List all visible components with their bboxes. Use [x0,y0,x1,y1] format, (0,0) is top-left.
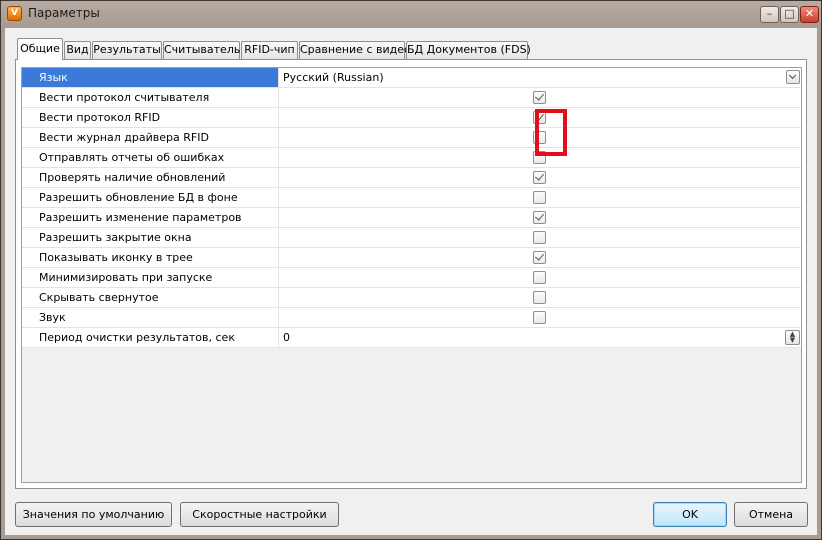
setting-name: Проверять наличие обновлений [22,168,279,187]
tab-rfid-chip[interactable]: RFID-чип [241,41,298,59]
setting-name: Вести журнал драйвера RFID [22,128,279,147]
setting-checkbox[interactable] [533,91,546,104]
tab-panel-general: Язык Русский (Russian) Вести протокол счит… [15,59,807,489]
setting-value [280,268,801,287]
maximize-button[interactable]: □ [780,6,799,23]
cleanup-period-input[interactable]: 0 [283,328,290,347]
setting-name: Период очистки результатов, сек [22,328,279,347]
quick-settings-button[interactable]: Скоростные настройки [180,502,339,527]
setting-checkbox[interactable] [533,311,546,324]
setting-checkbox[interactable] [533,211,546,224]
title-bar[interactable]: V Параметры – □ ✕ [1,1,821,27]
setting-name: Звук [22,308,279,327]
setting-checkbox[interactable] [533,111,546,124]
tab-documents-db[interactable]: БД Документов (FDS) [406,41,531,59]
setting-checkbox[interactable] [533,251,546,264]
setting-value [280,188,801,207]
tab-results[interactable]: Результаты [92,41,162,59]
window-title: Параметры [28,6,100,20]
setting-checkbox[interactable] [533,271,546,284]
setting-value [280,288,801,307]
ok-button[interactable]: OK [653,502,727,527]
settings-window: V Параметры – □ ✕ Общие Вид Результаты С… [0,0,822,540]
defaults-button[interactable]: Значения по умолчанию [15,502,172,527]
setting-value [280,148,801,167]
setting-checkbox[interactable] [533,191,546,204]
setting-row[interactable]: Вести журнал драйвера RFID [22,128,801,148]
settings-grid: Язык Русский (Russian) Вести протокол счит… [21,67,802,483]
tab-reader[interactable]: Считыватель [163,41,240,59]
app-icon: V [7,6,22,21]
setting-name: Показывать иконку в трее [22,248,279,267]
setting-name: Разрешить изменение параметров [22,208,279,227]
setting-name: Разрешить закрытие окна [22,228,279,247]
tab-view[interactable]: Вид [64,41,91,59]
setting-name: Минимизировать при запуске [22,268,279,287]
setting-row[interactable]: Минимизировать при запуске [22,268,801,288]
setting-name: Язык [22,68,279,87]
setting-row[interactable]: Звук [22,308,801,328]
setting-name: Скрывать свернутое [22,288,279,307]
setting-value [280,248,801,267]
setting-row[interactable]: Скрывать свернутое [22,288,801,308]
setting-row[interactable]: Вести протокол RFID [22,108,801,128]
setting-row[interactable]: Разрешить обновление БД в фоне [22,188,801,208]
setting-name: Отправлять отчеты об ошибках [22,148,279,167]
tab-general[interactable]: Общие [17,38,63,60]
setting-name: Вести протокол считывателя [22,88,279,107]
setting-value [280,208,801,227]
chevron-down-icon[interactable] [786,70,800,84]
setting-checkbox[interactable] [533,151,546,164]
setting-value [280,168,801,187]
setting-row[interactable]: Период очистки результатов, сек 0 ▲ ▼ [22,328,801,348]
setting-value [280,128,801,147]
setting-row[interactable]: Проверять наличие обновлений [22,168,801,188]
setting-name: Вести протокол RFID [22,108,279,127]
dialog-client-area: Общие Вид Результаты Считыватель RFID-чи… [5,28,817,535]
setting-checkbox[interactable] [533,291,546,304]
setting-value [280,228,801,247]
setting-row[interactable]: Разрешить изменение параметров [22,208,801,228]
setting-row[interactable]: Показывать иконку в трее [22,248,801,268]
setting-value [280,308,801,327]
tab-video-compare[interactable]: Сравнение с видео [299,41,411,59]
close-button[interactable]: ✕ [800,6,819,23]
cancel-button[interactable]: Отмена [734,502,808,527]
setting-value [280,108,801,127]
setting-checkbox[interactable] [533,171,546,184]
minimize-button[interactable]: – [760,6,779,23]
language-select-value[interactable]: Русский (Russian) [283,68,384,87]
setting-row[interactable]: Разрешить закрытие окна [22,228,801,248]
setting-value: Русский (Russian) [280,68,801,87]
setting-value [280,88,801,107]
setting-row[interactable]: Отправлять отчеты об ошибках [22,148,801,168]
setting-value: 0 ▲ ▼ [280,328,801,347]
setting-checkbox[interactable] [533,231,546,244]
setting-name: Разрешить обновление БД в фоне [22,188,279,207]
setting-row[interactable]: Вести протокол считывателя [22,88,801,108]
setting-checkbox[interactable] [533,131,546,144]
setting-row[interactable]: Язык Русский (Russian) [22,68,801,88]
spinner-icon[interactable]: ▲ ▼ [785,330,800,345]
